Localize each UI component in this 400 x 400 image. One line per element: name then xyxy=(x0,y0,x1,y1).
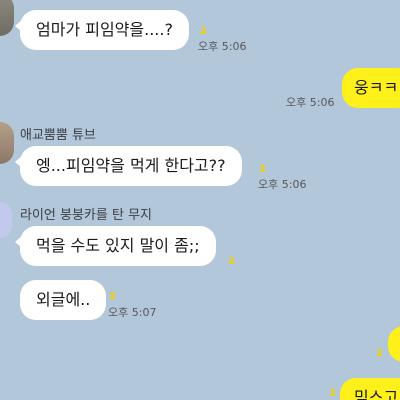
profile-avatar[interactable] xyxy=(0,122,14,164)
unread-count: 2 xyxy=(228,256,235,267)
message-text: 엄마가 피임약을....? xyxy=(36,20,173,39)
message-text: 외글에.. xyxy=(36,290,91,309)
message-bubble[interactable]: 외글에.. xyxy=(20,280,107,320)
message-bubble[interactable]: 먹을 수도 있지 말이 좀;; xyxy=(15,226,216,266)
message-text: 웅ㅋㅋ xyxy=(354,78,399,97)
message-text: 엥...피임약을 먹게 한다고?? xyxy=(36,156,226,175)
message-time: 오후 5:06 xyxy=(286,96,335,109)
message-time: 오후 5:07 xyxy=(108,306,157,319)
chat-room: 엄마가 피임약을....? 2 오후 5:06 오후 5:06 웅ㅋㅋ 애교뿜뿜… xyxy=(0,0,400,400)
message-text: 먹을 수도 있지 말이 좀;; xyxy=(36,236,200,255)
profile-avatar[interactable] xyxy=(0,202,12,238)
message-time: 오후 5:06 xyxy=(258,178,307,191)
my-message-bubble[interactable]: 웅ㅋㅋ xyxy=(342,68,400,108)
unread-count: 2 xyxy=(376,348,383,359)
message-bubble[interactable]: 엄마가 피임약을....? xyxy=(15,10,189,50)
my-message-bubble[interactable]: 믿스고 xyxy=(340,378,400,400)
unread-count: 2 xyxy=(200,26,207,37)
sender-name: 라이언 붕붕카를 탄 무지 xyxy=(20,208,152,223)
my-message-bubble[interactable] xyxy=(388,326,400,362)
unread-count: 2 xyxy=(259,164,266,175)
message-text: 믿스고 xyxy=(354,388,399,400)
message-time: 오후 5:06 xyxy=(198,40,247,53)
sender-name: 애교뿜뿜 튜브 xyxy=(20,128,96,143)
message-bubble[interactable]: 엥...피임약을 먹게 한다고?? xyxy=(15,146,242,186)
unread-count: 2 xyxy=(109,291,116,302)
unread-count: 2 xyxy=(329,388,336,399)
profile-avatar[interactable] xyxy=(0,0,14,36)
